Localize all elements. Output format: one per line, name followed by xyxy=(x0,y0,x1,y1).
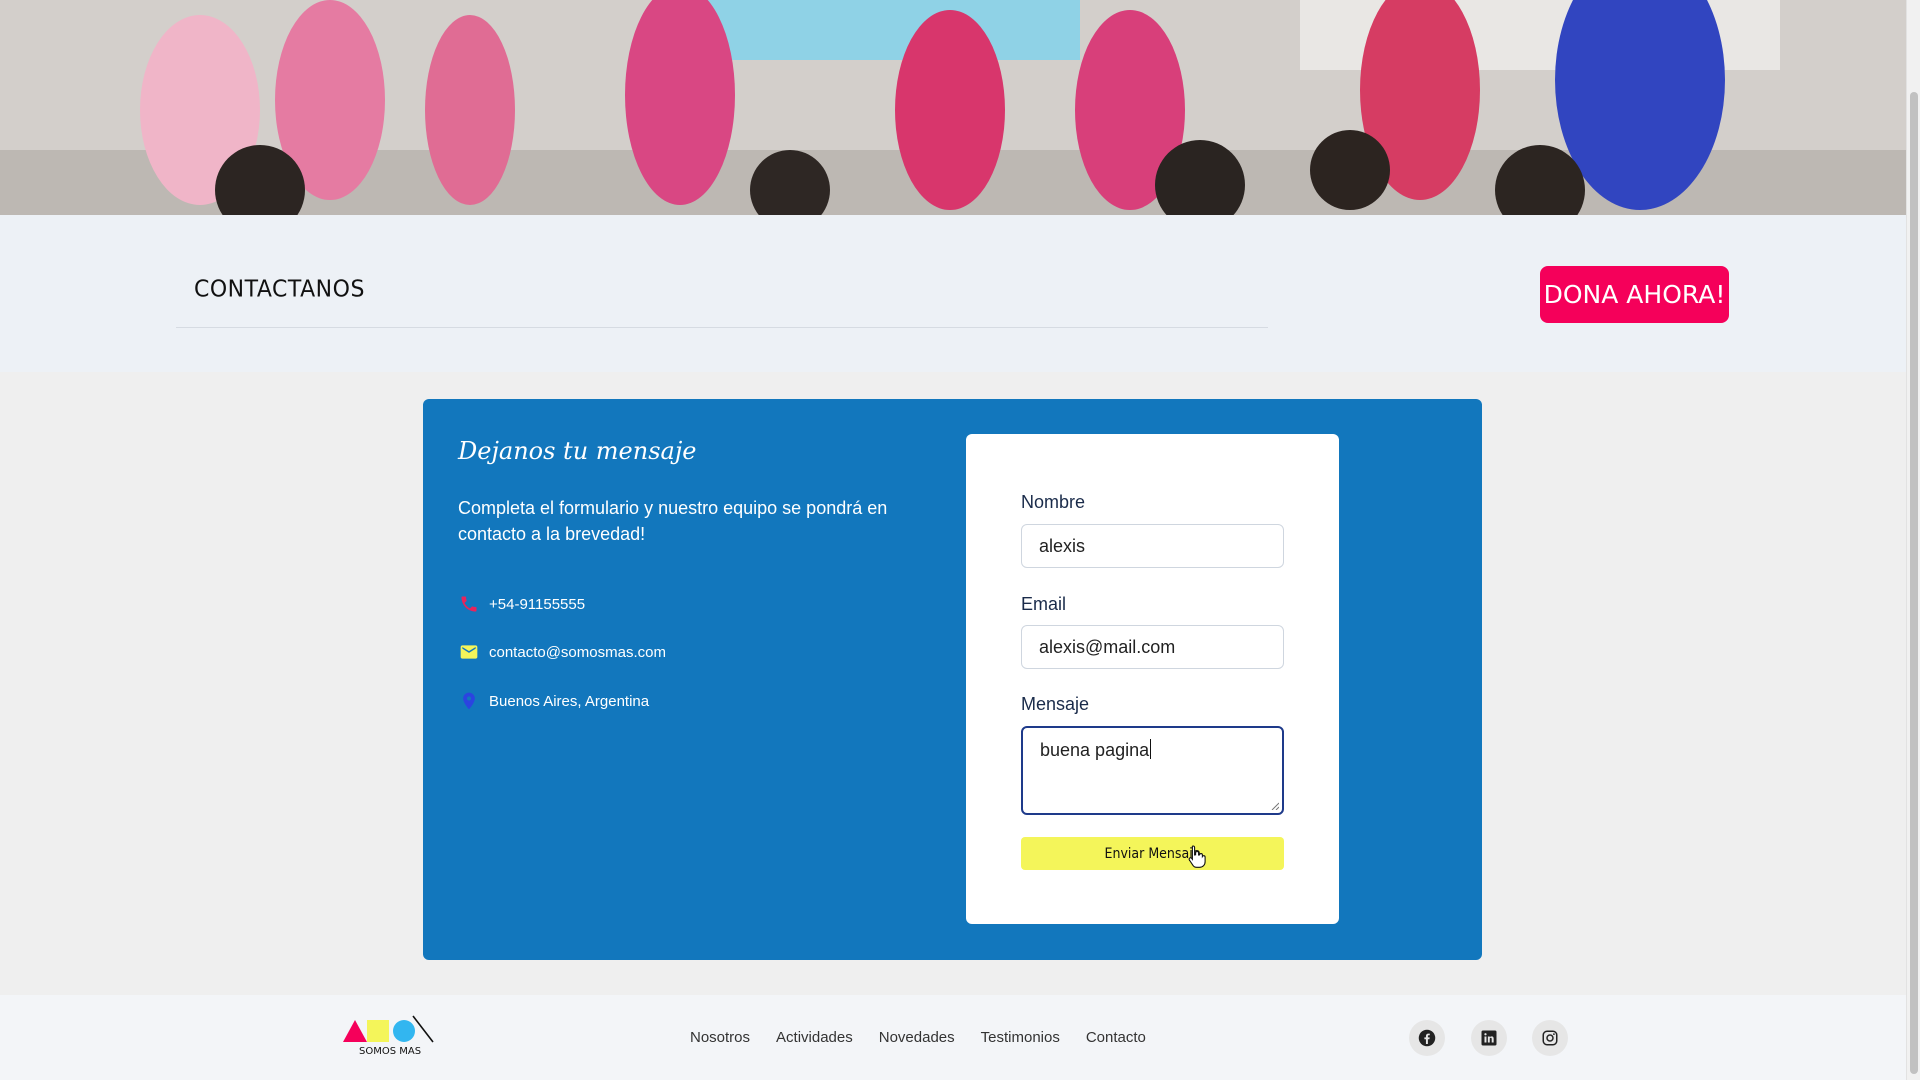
page-title: CONTACTANOS xyxy=(194,276,365,303)
resize-handle-icon[interactable] xyxy=(1271,802,1279,810)
name-label: Nombre xyxy=(1021,492,1086,512)
contact-location-text: Buenos Aires, Argentina xyxy=(489,692,650,710)
linkedin-link[interactable] xyxy=(1471,1020,1507,1056)
contact-form: Nombre alexis Email alexis@mail.com Mens… xyxy=(966,434,1339,924)
location-pin-icon xyxy=(458,690,480,712)
site-footer: SOMOS MAS Nosotros Actividades Novedades… xyxy=(0,995,1906,1080)
facebook-link[interactable] xyxy=(1409,1020,1445,1056)
somos-mas-logo[interactable]: SOMOS MAS xyxy=(341,1014,436,1058)
page-scrollbar[interactable] xyxy=(1906,0,1920,1080)
message-label: Mensaje xyxy=(1021,694,1090,714)
email-label: Email xyxy=(1021,594,1067,614)
send-message-button[interactable]: Enviar Mensaje xyxy=(1021,837,1284,870)
contact-email: contacto@somosmas.com xyxy=(458,641,666,663)
contact-phone: +54-91155555 xyxy=(458,593,585,615)
footer-nav-actividades[interactable]: Actividades xyxy=(776,1029,853,1046)
contact-card: Dejanos tu mensaje Completa el formulari… xyxy=(423,399,1482,960)
scrollbar-thumb[interactable] xyxy=(1910,92,1918,1074)
instagram-link[interactable] xyxy=(1532,1020,1568,1056)
name-input[interactable]: alexis xyxy=(1021,524,1284,568)
text-caret xyxy=(1150,739,1152,759)
message-textarea[interactable]: buena pagina xyxy=(1021,726,1284,815)
name-input-value: alexis xyxy=(1039,535,1086,556)
contact-phone-text: +54-91155555 xyxy=(489,595,586,613)
linkedin-icon xyxy=(1481,1030,1497,1046)
footer-nav-nosotros[interactable]: Nosotros xyxy=(690,1029,750,1046)
hand-cursor-icon xyxy=(1188,845,1206,868)
logo-text: SOMOS MAS xyxy=(359,1046,421,1057)
email-input[interactable]: alexis@mail.com xyxy=(1021,625,1284,669)
footer-nav-contacto[interactable]: Contacto xyxy=(1086,1029,1146,1046)
instagram-icon xyxy=(1542,1030,1558,1046)
donate-button[interactable]: DONA AHORA! xyxy=(1540,266,1729,323)
contact-lead: Completa el formulario y nuestro equipo … xyxy=(458,498,888,544)
page-header: CONTACTANOS DONA AHORA! xyxy=(0,215,1906,372)
hero-image xyxy=(0,0,1906,215)
footer-nav-novedades[interactable]: Novedades xyxy=(879,1029,955,1046)
contact-email-text: contacto@somosmas.com xyxy=(489,643,666,661)
email-input-value: alexis@mail.com xyxy=(1039,636,1176,657)
message-textarea-value: buena pagina xyxy=(1040,740,1150,760)
phone-icon xyxy=(458,593,480,615)
footer-nav: Nosotros Actividades Novedades Testimoni… xyxy=(690,1029,1146,1046)
header-divider xyxy=(176,327,1268,328)
contact-heading: Dejanos tu mensaje xyxy=(458,437,697,465)
mail-icon xyxy=(458,641,480,663)
contact-location: Buenos Aires, Argentina xyxy=(458,690,649,712)
facebook-icon xyxy=(1418,1029,1436,1047)
footer-nav-testimonios[interactable]: Testimonios xyxy=(981,1029,1060,1046)
